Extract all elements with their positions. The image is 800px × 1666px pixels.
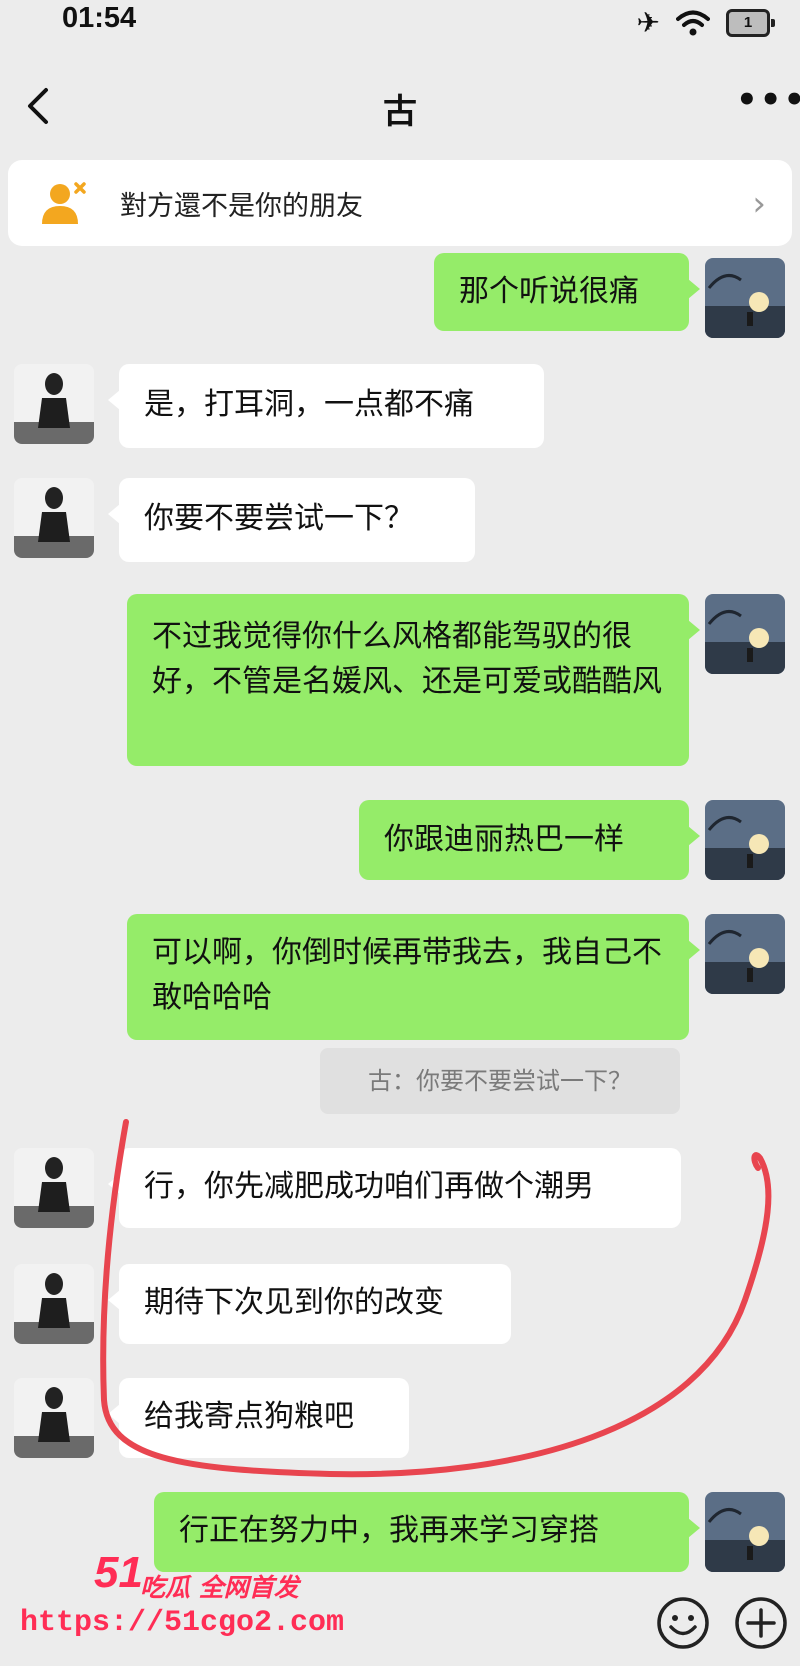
message-bubble-received[interactable]: 期待下次见到你的改变	[108, 1264, 511, 1344]
message-bubble-sent[interactable]: 不过我觉得你什么风格都能驾驭的很好，不管是名媛风、还是可爱或酷酷风	[127, 594, 700, 766]
add-friend-warning-icon	[42, 182, 86, 224]
avatar-self[interactable]	[705, 258, 785, 338]
chevron-right-icon: ›	[752, 184, 766, 224]
message-text: 可以啊，你倒时候再带我去，我自己不敢哈哈哈	[152, 935, 662, 1015]
avatar-contact[interactable]	[14, 478, 94, 558]
chat-header: 古 •••	[0, 64, 800, 148]
emoji-icon[interactable]	[656, 1596, 710, 1650]
not-friend-notice[interactable]: 對方還不是你的朋友 ›	[8, 160, 792, 246]
avatar-contact[interactable]	[14, 1148, 94, 1228]
message-text: 行正在努力中，我再来学习穿搭	[179, 1513, 599, 1548]
avatar-contact[interactable]	[14, 1378, 94, 1458]
message-bubble-received[interactable]: 给我寄点狗粮吧	[108, 1378, 409, 1458]
more-options-icon[interactable]: •••	[736, 83, 800, 120]
avatar-self[interactable]	[705, 1492, 785, 1572]
watermark: 51 吃瓜 全网首发 https://51cgo2.com	[0, 1546, 344, 1666]
message-bubble-sent[interactable]: 你跟迪丽热巴一样	[359, 800, 700, 880]
avatar-self[interactable]	[705, 800, 785, 880]
battery-icon: 1	[726, 8, 775, 37]
message-text: 不过我觉得你什么风格都能驾驭的很好，不管是名媛风、还是可爱或酷酷风	[152, 619, 662, 699]
message-text: 给我寄点狗粮吧	[144, 1399, 354, 1434]
watermark-slogan: 吃瓜 全网首发	[140, 1573, 299, 1602]
plus-icon[interactable]	[734, 1596, 788, 1650]
avatar-contact[interactable]	[14, 364, 94, 444]
message-text: 你跟迪丽热巴一样	[384, 822, 624, 857]
notice-text: 對方還不是你的朋友	[120, 191, 363, 222]
status-bar: 01:54 ✈ 1	[0, 0, 800, 44]
wifi-icon	[676, 10, 710, 35]
message-bubble-sent[interactable]: 可以啊，你倒时候再带我去，我自己不敢哈哈哈	[127, 914, 700, 1040]
avatar-contact[interactable]	[14, 1264, 94, 1344]
message-text: 行，你先减肥成功咱们再做个潮男	[144, 1169, 594, 1204]
airplane-icon: ✈	[636, 6, 660, 39]
message-bubble-received[interactable]: 是，打耳洞，一点都不痛	[108, 364, 544, 448]
status-icons: ✈ 1	[636, 6, 775, 39]
watermark-brand: 51	[94, 1548, 143, 1597]
avatar-self[interactable]	[705, 594, 785, 674]
status-time: 01:54	[62, 2, 137, 34]
message-text: 是，打耳洞，一点都不痛	[144, 387, 474, 422]
message-text: 那个听说很痛	[459, 274, 639, 309]
quoted-message[interactable]: 古：你要不要尝试一下？	[320, 1048, 680, 1114]
message-bubble-received[interactable]: 你要不要尝试一下？	[108, 478, 475, 562]
message-bubble-received[interactable]: 行，你先减肥成功咱们再做个潮男	[108, 1148, 681, 1228]
message-text: 期待下次见到你的改变	[144, 1285, 444, 1320]
chat-title: 古	[383, 92, 417, 132]
avatar-self[interactable]	[705, 914, 785, 994]
watermark-url: https://51cgo2.com	[20, 1606, 345, 1640]
message-bubble-sent[interactable]: 那个听说很痛	[434, 253, 700, 331]
message-text: 你要不要尝试一下？	[144, 501, 414, 536]
